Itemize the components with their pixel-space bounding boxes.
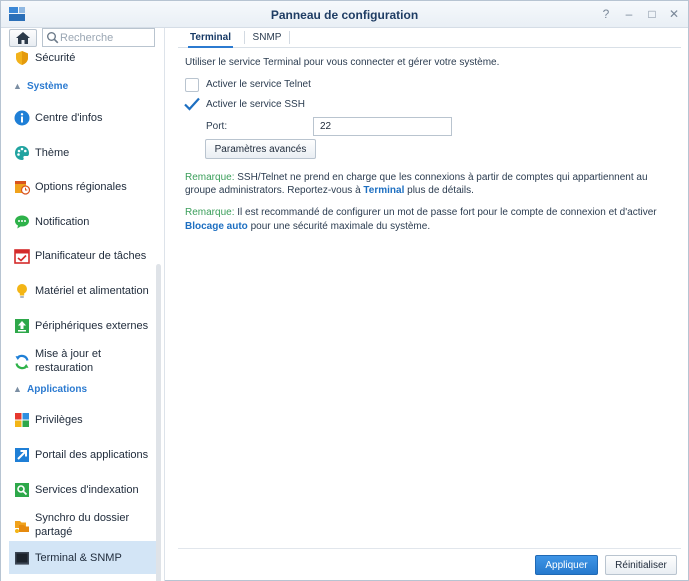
footer-divider <box>178 548 681 549</box>
info-icon <box>14 110 30 126</box>
folder-sync-icon <box>15 521 29 533</box>
remark-ssh-telnet-line2: groupe administrators. Reportez-vous à T… <box>185 184 675 198</box>
reset-button[interactable]: Réinitialiser <box>605 555 677 575</box>
sidebar-item-privileges[interactable]: Privilèges <box>9 406 156 434</box>
sidebar-item-synchro[interactable]: Synchro du dossier partagé <box>9 510 156 542</box>
home-icon <box>16 32 30 44</box>
sidebar-item-label: Terminal & SNMP <box>35 552 122 564</box>
sidebar-item-mise-a-jour[interactable]: Mise à jour et restauration <box>9 346 156 378</box>
ssh-label[interactable]: Activer le service SSH <box>206 98 305 112</box>
remark-text: Il est recommandé de configurer un mot d… <box>234 207 657 218</box>
search-icon <box>47 32 59 44</box>
remark-text: pour une sécurité maximale du système. <box>247 221 431 232</box>
title-bar: Panneau de configuration ? – □ ✕ <box>1 1 688 28</box>
upload-arrow-icon <box>15 319 29 333</box>
lightbulb-icon <box>17 284 27 298</box>
sidebar-item-label: Services d'indexation <box>35 484 139 496</box>
tab-bar: Terminal SNMP <box>178 28 681 48</box>
remark-password-line2: Blocage auto pour une sécurité maximale … <box>185 220 675 234</box>
help-icon[interactable]: ? <box>598 6 614 22</box>
sidebar-item-portail[interactable]: Portail des applications <box>9 441 156 469</box>
telnet-label[interactable]: Activer le service Telnet <box>206 78 311 92</box>
remark-text: plus de détails. <box>404 185 474 196</box>
sidebar-item-securite[interactable]: Sécurité <box>9 48 156 68</box>
sidebar-item-options-regionales[interactable]: Options régionales <box>9 173 156 201</box>
control-panel-window: Panneau de configuration ? – □ ✕ Sécurit… <box>0 0 689 581</box>
close-icon[interactable]: ✕ <box>666 6 682 22</box>
chevron-up-icon: ▲ <box>13 384 22 394</box>
sidebar: Sécurité ▲Système Centre d'infos Thème <box>1 28 165 581</box>
sidebar-item-label: Privilèges <box>35 414 83 426</box>
search-index-icon <box>15 483 29 497</box>
remark-password: Remarque: Il est recommandé de configure… <box>185 206 680 220</box>
maximize-icon[interactable]: □ <box>644 6 660 22</box>
sidebar-item-terminal-snmp[interactable]: Terminal & SNMP <box>9 541 156 574</box>
sidebar-item-theme[interactable]: Thème <box>9 139 156 167</box>
window-title: Panneau de configuration <box>270 8 419 22</box>
sidebar-item-label: Périphériques externes <box>35 320 149 332</box>
minimize-icon[interactable]: – <box>621 6 637 22</box>
telnet-checkbox[interactable] <box>185 78 199 92</box>
refresh-icon <box>15 354 29 370</box>
tab-snmp[interactable]: SNMP <box>252 28 282 48</box>
search-input[interactable] <box>60 30 152 45</box>
tab-terminal[interactable]: Terminal <box>188 28 233 48</box>
chevron-up-icon: ▲ <box>13 81 22 91</box>
terminal-icon <box>15 552 29 565</box>
sidebar-item-label-line1: Synchro du dossier <box>35 512 130 524</box>
task-calendar-icon <box>14 249 30 264</box>
palette-icon <box>15 146 29 160</box>
terminal-link[interactable]: Terminal <box>363 185 404 196</box>
port-input[interactable] <box>313 117 452 136</box>
sidebar-item-label: Thème <box>35 147 70 159</box>
grid-icon <box>15 413 29 427</box>
chat-bubble-icon <box>15 215 29 229</box>
sidebar-item-label: Portail des applications <box>35 449 149 461</box>
intro-text: Utiliser le service Terminal pour vous c… <box>185 57 500 68</box>
advanced-settings-button[interactable]: Paramètres avancés <box>205 139 316 159</box>
sidebar-scrollbar[interactable] <box>156 264 161 581</box>
sidebar-item-label: Matériel et alimentation <box>35 285 149 297</box>
sidebar-item-label: Options régionales <box>35 181 127 193</box>
remark-ssh-telnet: Remarque: SSH/Telnet ne prend en charge … <box>185 171 675 185</box>
section-applications[interactable]: ▲ Applications <box>13 384 87 395</box>
sidebar-item-peripheriques[interactable]: Périphériques externes <box>9 312 156 340</box>
sidebar-item-planificateur[interactable]: Planificateur de tâches <box>9 242 156 270</box>
sidebar-item-label: Centre d'infos <box>35 112 103 124</box>
home-button[interactable] <box>9 29 37 47</box>
search-field[interactable] <box>42 28 155 47</box>
tab-divider <box>289 31 290 44</box>
remark-text: groupe administrators. Reportez-vous à <box>185 185 364 196</box>
sidebar-item-notification[interactable]: Notification <box>9 208 156 236</box>
port-label: Port: <box>206 121 228 132</box>
sidebar-item-label: Planificateur de tâches <box>35 250 147 262</box>
tab-divider <box>244 31 245 44</box>
sidebar-item-materiel[interactable]: Matériel et alimentation <box>9 277 156 305</box>
portal-arrow-icon <box>15 448 29 462</box>
apply-button[interactable]: Appliquer <box>535 555 598 575</box>
shield-icon <box>16 51 28 65</box>
section-systeme[interactable]: ▲ Système <box>13 81 68 92</box>
ssh-checkbox-checked-icon[interactable] <box>183 96 201 112</box>
sidebar-item-indexation[interactable]: Services d'indexation <box>9 476 156 504</box>
sidebar-item-label-line1: Mise à jour et <box>35 348 102 360</box>
remark-prefix: Remarque: <box>185 172 235 183</box>
sidebar-item-label-line2: partagé <box>35 526 73 538</box>
calendar-clock-icon <box>15 181 30 195</box>
sidebar-item-centre-infos[interactable]: Centre d'infos <box>9 104 156 132</box>
auto-block-link[interactable]: Blocage auto <box>185 221 248 232</box>
remark-prefix: Remarque: <box>185 207 235 218</box>
sidebar-item-label: Notification <box>35 216 90 228</box>
sidebar-item-label: Sécurité <box>35 52 76 64</box>
sidebar-item-label-line2: restauration <box>35 362 94 374</box>
remark-text: SSH/Telnet ne prend en charge que les co… <box>234 172 648 183</box>
